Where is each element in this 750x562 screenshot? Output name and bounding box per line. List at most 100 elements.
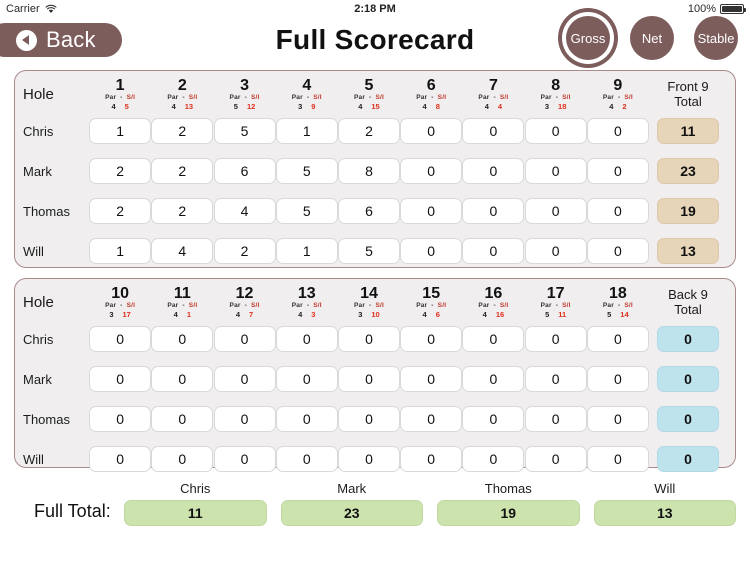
score-cell: 0 [213, 439, 276, 479]
score-input[interactable]: 8 [337, 158, 400, 184]
score-input[interactable]: 0 [586, 238, 649, 264]
par-value: 4 [298, 310, 303, 319]
score-input[interactable]: 0 [586, 406, 649, 432]
score-input[interactable]: 0 [586, 198, 649, 224]
score-input[interactable]: 2 [337, 118, 400, 144]
score-input[interactable]: 0 [462, 158, 525, 184]
score-input[interactable]: 0 [275, 366, 338, 392]
par-si-values: 4 2 [587, 102, 649, 111]
score-input[interactable]: 4 [151, 238, 214, 264]
par-si-values: 3 18 [525, 102, 587, 111]
score-input[interactable]: 0 [89, 366, 152, 392]
score-input[interactable]: 0 [524, 326, 587, 352]
score-input[interactable]: 0 [400, 406, 463, 432]
score-input[interactable]: 5 [337, 238, 400, 264]
par-si-caption: Par - S/I [478, 302, 509, 309]
score-input[interactable]: 0 [524, 198, 587, 224]
hole-number: 11 [173, 285, 191, 302]
navigation-bar: Back Full Scorecard Gross Net Stable [0, 10, 750, 66]
score-input[interactable]: 5 [275, 198, 338, 224]
score-input[interactable]: 0 [462, 326, 525, 352]
score-input[interactable]: 0 [400, 238, 463, 264]
score-cell: 0 [400, 359, 463, 399]
score-input[interactable]: 0 [400, 326, 463, 352]
score-input[interactable]: 0 [524, 446, 587, 472]
score-input[interactable]: 6 [337, 198, 400, 224]
score-input[interactable]: 0 [524, 238, 587, 264]
score-input[interactable]: 0 [275, 326, 338, 352]
hole-number: 14 [360, 285, 378, 302]
score-input[interactable]: 2 [151, 198, 214, 224]
score-input[interactable]: 1 [275, 238, 338, 264]
status-bar-time: 2:18 PM [354, 3, 396, 15]
score-input[interactable]: 2 [89, 158, 152, 184]
par-si-caption: Par - S/I [105, 94, 136, 101]
score-cell: 0 [586, 359, 649, 399]
mode-button-stable[interactable]: Stable [694, 16, 738, 60]
score-input[interactable]: 0 [337, 406, 400, 432]
score-input[interactable]: 0 [524, 118, 587, 144]
score-input[interactable]: 0 [586, 366, 649, 392]
score-input[interactable]: 0 [151, 366, 214, 392]
score-input[interactable]: 0 [586, 446, 649, 472]
score-input[interactable]: 6 [213, 158, 276, 184]
score-input[interactable]: 0 [400, 118, 463, 144]
score-input[interactable]: 0 [337, 366, 400, 392]
score-input[interactable]: 0 [586, 118, 649, 144]
score-input[interactable]: 0 [213, 446, 276, 472]
score-input[interactable]: 0 [89, 406, 152, 432]
score-input[interactable]: 2 [151, 158, 214, 184]
score-input[interactable]: 1 [275, 118, 338, 144]
hole-header-8: 8 Par - S/I 3 18 [525, 77, 587, 111]
score-input[interactable]: 4 [213, 198, 276, 224]
score-input[interactable]: 0 [151, 326, 214, 352]
score-input[interactable]: 0 [89, 446, 152, 472]
score-input[interactable]: 0 [400, 366, 463, 392]
score-input[interactable]: 0 [400, 158, 463, 184]
score-input[interactable]: 0 [213, 366, 276, 392]
section-total-cell: 19 [649, 191, 727, 231]
score-input[interactable]: 0 [462, 198, 525, 224]
score-input[interactable]: 0 [151, 406, 214, 432]
score-input[interactable]: 0 [524, 158, 587, 184]
mode-button-net[interactable]: Net [630, 16, 674, 60]
score-input[interactable]: 0 [337, 326, 400, 352]
section-total-value: 0 [657, 326, 719, 352]
score-input[interactable]: 1 [89, 118, 152, 144]
score-input[interactable]: 5 [213, 118, 276, 144]
score-input[interactable]: 0 [586, 326, 649, 352]
score-input[interactable]: 0 [400, 198, 463, 224]
score-input[interactable]: 2 [89, 198, 152, 224]
score-cell: 2 [151, 191, 214, 231]
score-input[interactable]: 0 [213, 406, 276, 432]
score-cell: 0 [524, 231, 587, 271]
score-input[interactable]: 0 [151, 446, 214, 472]
score-cell: 0 [586, 191, 649, 231]
score-cell: 2 [89, 191, 152, 231]
score-input[interactable]: 0 [275, 406, 338, 432]
score-input[interactable]: 0 [524, 406, 587, 432]
score-input[interactable]: 5 [275, 158, 338, 184]
par-value: 3 [544, 102, 550, 111]
par-si-values: 4 1 [151, 310, 213, 319]
score-input[interactable]: 0 [337, 446, 400, 472]
score-input[interactable]: 0 [586, 158, 649, 184]
score-input[interactable]: 0 [462, 446, 525, 472]
score-input[interactable]: 0 [524, 366, 587, 392]
score-input[interactable]: 0 [275, 446, 338, 472]
score-input[interactable]: 0 [400, 446, 463, 472]
score-input[interactable]: 0 [462, 118, 525, 144]
si-value: 5 [124, 102, 129, 111]
score-input[interactable]: 0 [89, 326, 152, 352]
score-input[interactable]: 0 [213, 326, 276, 352]
score-input[interactable]: 1 [89, 238, 152, 264]
score-input[interactable]: 0 [462, 238, 525, 264]
score-input[interactable]: 0 [462, 366, 525, 392]
score-input[interactable]: 0 [462, 406, 525, 432]
score-input[interactable]: 2 [151, 118, 214, 144]
score-input[interactable]: 2 [213, 238, 276, 264]
back-button[interactable]: Back [0, 23, 122, 57]
mode-button-gross[interactable]: Gross [560, 10, 616, 66]
score-cell: 0 [275, 439, 338, 479]
full-total-value: 19 [437, 500, 580, 526]
